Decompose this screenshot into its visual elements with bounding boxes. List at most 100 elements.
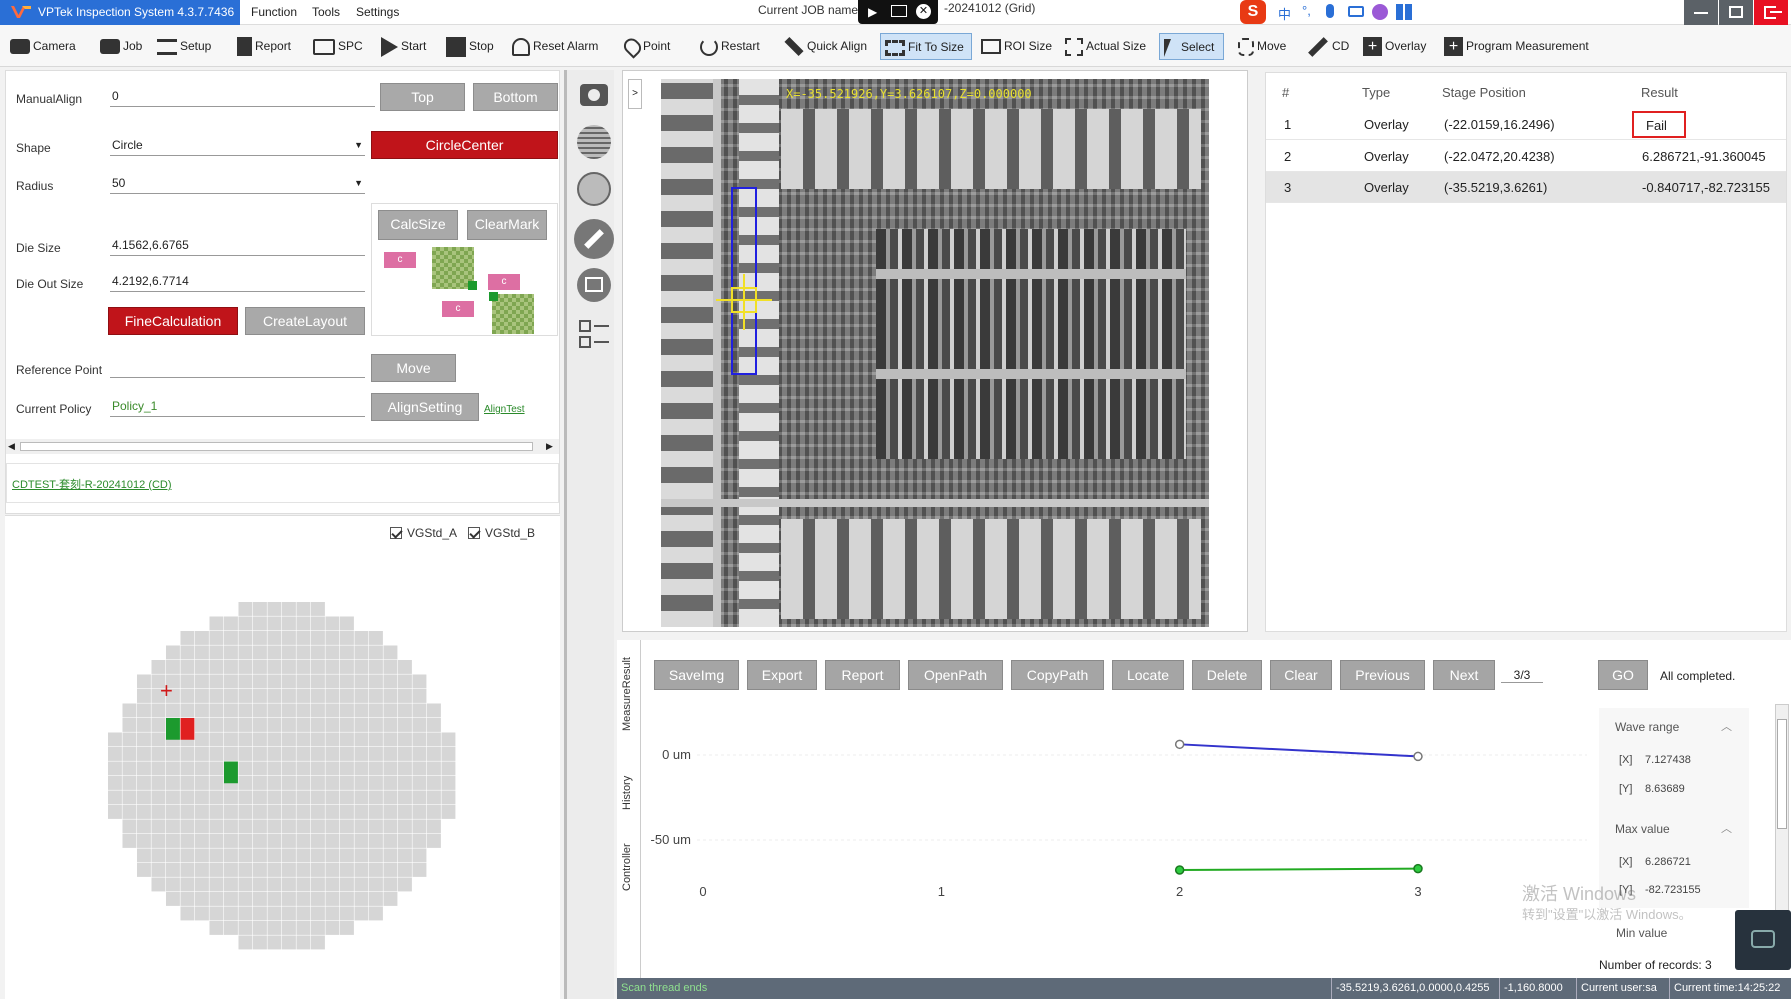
wafer-die[interactable] [253, 776, 267, 790]
wafer-die[interactable] [311, 776, 325, 790]
wafer-die[interactable] [296, 906, 311, 921]
wafer-die[interactable] [137, 689, 151, 703]
align-setting-button[interactable]: AlignSetting [371, 393, 479, 421]
wafer-die[interactable] [209, 776, 224, 790]
wafer-die[interactable] [311, 718, 325, 732]
wafer-die[interactable] [412, 674, 427, 689]
wafer-die[interactable] [369, 805, 383, 819]
wafer-die[interactable] [354, 819, 369, 834]
image-gallery-icon[interactable] [577, 268, 611, 302]
wafer-die[interactable] [253, 703, 267, 718]
vertical-scrollbar[interactable] [1775, 704, 1789, 914]
go-button[interactable]: GO [1598, 660, 1648, 690]
wafer-die[interactable] [296, 776, 311, 790]
wafer-die[interactable] [369, 819, 383, 834]
wafer-die[interactable] [209, 645, 224, 660]
wafer-die[interactable] [137, 747, 151, 761]
chevron-up-icon[interactable]: ︿ [1721, 820, 1732, 836]
tab-history[interactable]: History [621, 763, 641, 823]
wafer-die[interactable] [253, 863, 267, 877]
wafer-die[interactable] [441, 761, 456, 776]
wafer-die[interactable] [296, 703, 311, 718]
wafer-die[interactable] [296, 834, 311, 848]
wafer-die[interactable] [398, 674, 412, 689]
wafer-die[interactable] [166, 790, 180, 805]
wafer-die[interactable] [180, 877, 195, 892]
wafer-die[interactable] [253, 921, 267, 935]
wafer-die[interactable] [151, 761, 166, 776]
circle-center-button[interactable]: CircleCenter [371, 131, 558, 159]
wafer-die[interactable] [412, 761, 427, 776]
previous-button[interactable]: Previous [1340, 660, 1425, 690]
wafer-die[interactable] [137, 703, 151, 718]
wafer-die[interactable] [166, 747, 180, 761]
wafer-die[interactable] [398, 834, 412, 848]
wafer-die[interactable] [354, 645, 369, 660]
quick-align-button[interactable]: Quick Align [784, 33, 867, 60]
shape-select[interactable]: Circle ▼ [110, 136, 365, 156]
play-icon[interactable]: ▶ [868, 5, 877, 19]
wafer-die[interactable] [180, 747, 195, 761]
wafer-die[interactable] [383, 674, 398, 689]
wafer-die[interactable] [369, 906, 383, 921]
wafer-die[interactable] [296, 819, 311, 834]
wafer-die[interactable] [195, 776, 209, 790]
wafer-die[interactable] [151, 790, 166, 805]
table-row[interactable]: 1 Overlay (-22.0159,16.2496) Fail [1266, 109, 1786, 140]
wafer-die[interactable] [238, 660, 253, 674]
wafer-die[interactable] [209, 703, 224, 718]
menu-settings[interactable]: Settings [356, 0, 399, 25]
wafer-die[interactable] [108, 732, 122, 747]
wafer-die[interactable] [311, 834, 325, 848]
wafer-die[interactable] [224, 689, 238, 703]
wafer-die[interactable] [354, 790, 369, 805]
wafer-die[interactable] [325, 776, 340, 790]
wafer-die[interactable] [267, 834, 282, 848]
reset-alarm-button[interactable]: Reset Alarm [512, 33, 598, 60]
wafer-die[interactable] [224, 848, 238, 863]
wafer-die[interactable] [151, 877, 166, 892]
wafer-die[interactable] [209, 747, 224, 761]
measured-die[interactable] [224, 761, 238, 784]
wafer-die[interactable] [383, 819, 398, 834]
locate-button[interactable]: Locate [1112, 660, 1184, 690]
wafer-die[interactable] [369, 892, 383, 906]
wafer-die[interactable] [137, 718, 151, 732]
move-tool-button[interactable]: Move [1238, 33, 1286, 60]
wafer-die[interactable] [296, 660, 311, 674]
wafer-die[interactable] [282, 689, 296, 703]
wafer-die[interactable] [137, 674, 151, 689]
checkbox-icon[interactable] [468, 527, 480, 539]
reference-point-input[interactable] [110, 358, 365, 378]
wafer-die[interactable] [383, 660, 398, 674]
wafer-die[interactable] [253, 747, 267, 761]
wafer-die[interactable] [224, 703, 238, 718]
wafer-die[interactable] [383, 805, 398, 819]
wafer-die[interactable] [253, 834, 267, 848]
wafer-die[interactable] [325, 718, 340, 732]
wafer-die[interactable] [398, 877, 412, 892]
image-viewer[interactable]: > X=-35.521926,Y=3.626107,Z=0.000000 [622, 70, 1248, 632]
tab-controller[interactable]: Controller [621, 835, 641, 900]
wafer-die[interactable] [180, 674, 195, 689]
data-point[interactable] [1174, 739, 1185, 750]
wafer-die[interactable] [369, 848, 383, 863]
wafer-die[interactable] [441, 805, 456, 819]
wafer-die[interactable] [209, 892, 224, 906]
wafer-die[interactable] [296, 921, 311, 935]
wafer-die[interactable] [340, 761, 354, 776]
wafer-die[interactable] [311, 848, 325, 863]
manual-align-input[interactable]: 0 [110, 87, 375, 107]
wafer-die[interactable] [427, 732, 441, 747]
wafer-die[interactable] [253, 761, 267, 776]
wafer-die[interactable] [209, 877, 224, 892]
wafer-die[interactable] [398, 689, 412, 703]
wafer-die[interactable] [267, 718, 282, 732]
globe-grid-icon[interactable] [577, 125, 611, 159]
roi-size-button[interactable]: ROI Size [981, 33, 1052, 60]
wafer-die[interactable] [224, 863, 238, 877]
wafer-die[interactable] [253, 790, 267, 805]
wafer-die[interactable] [195, 761, 209, 776]
wafer-die[interactable] [224, 747, 238, 761]
wafer-die[interactable] [195, 863, 209, 877]
